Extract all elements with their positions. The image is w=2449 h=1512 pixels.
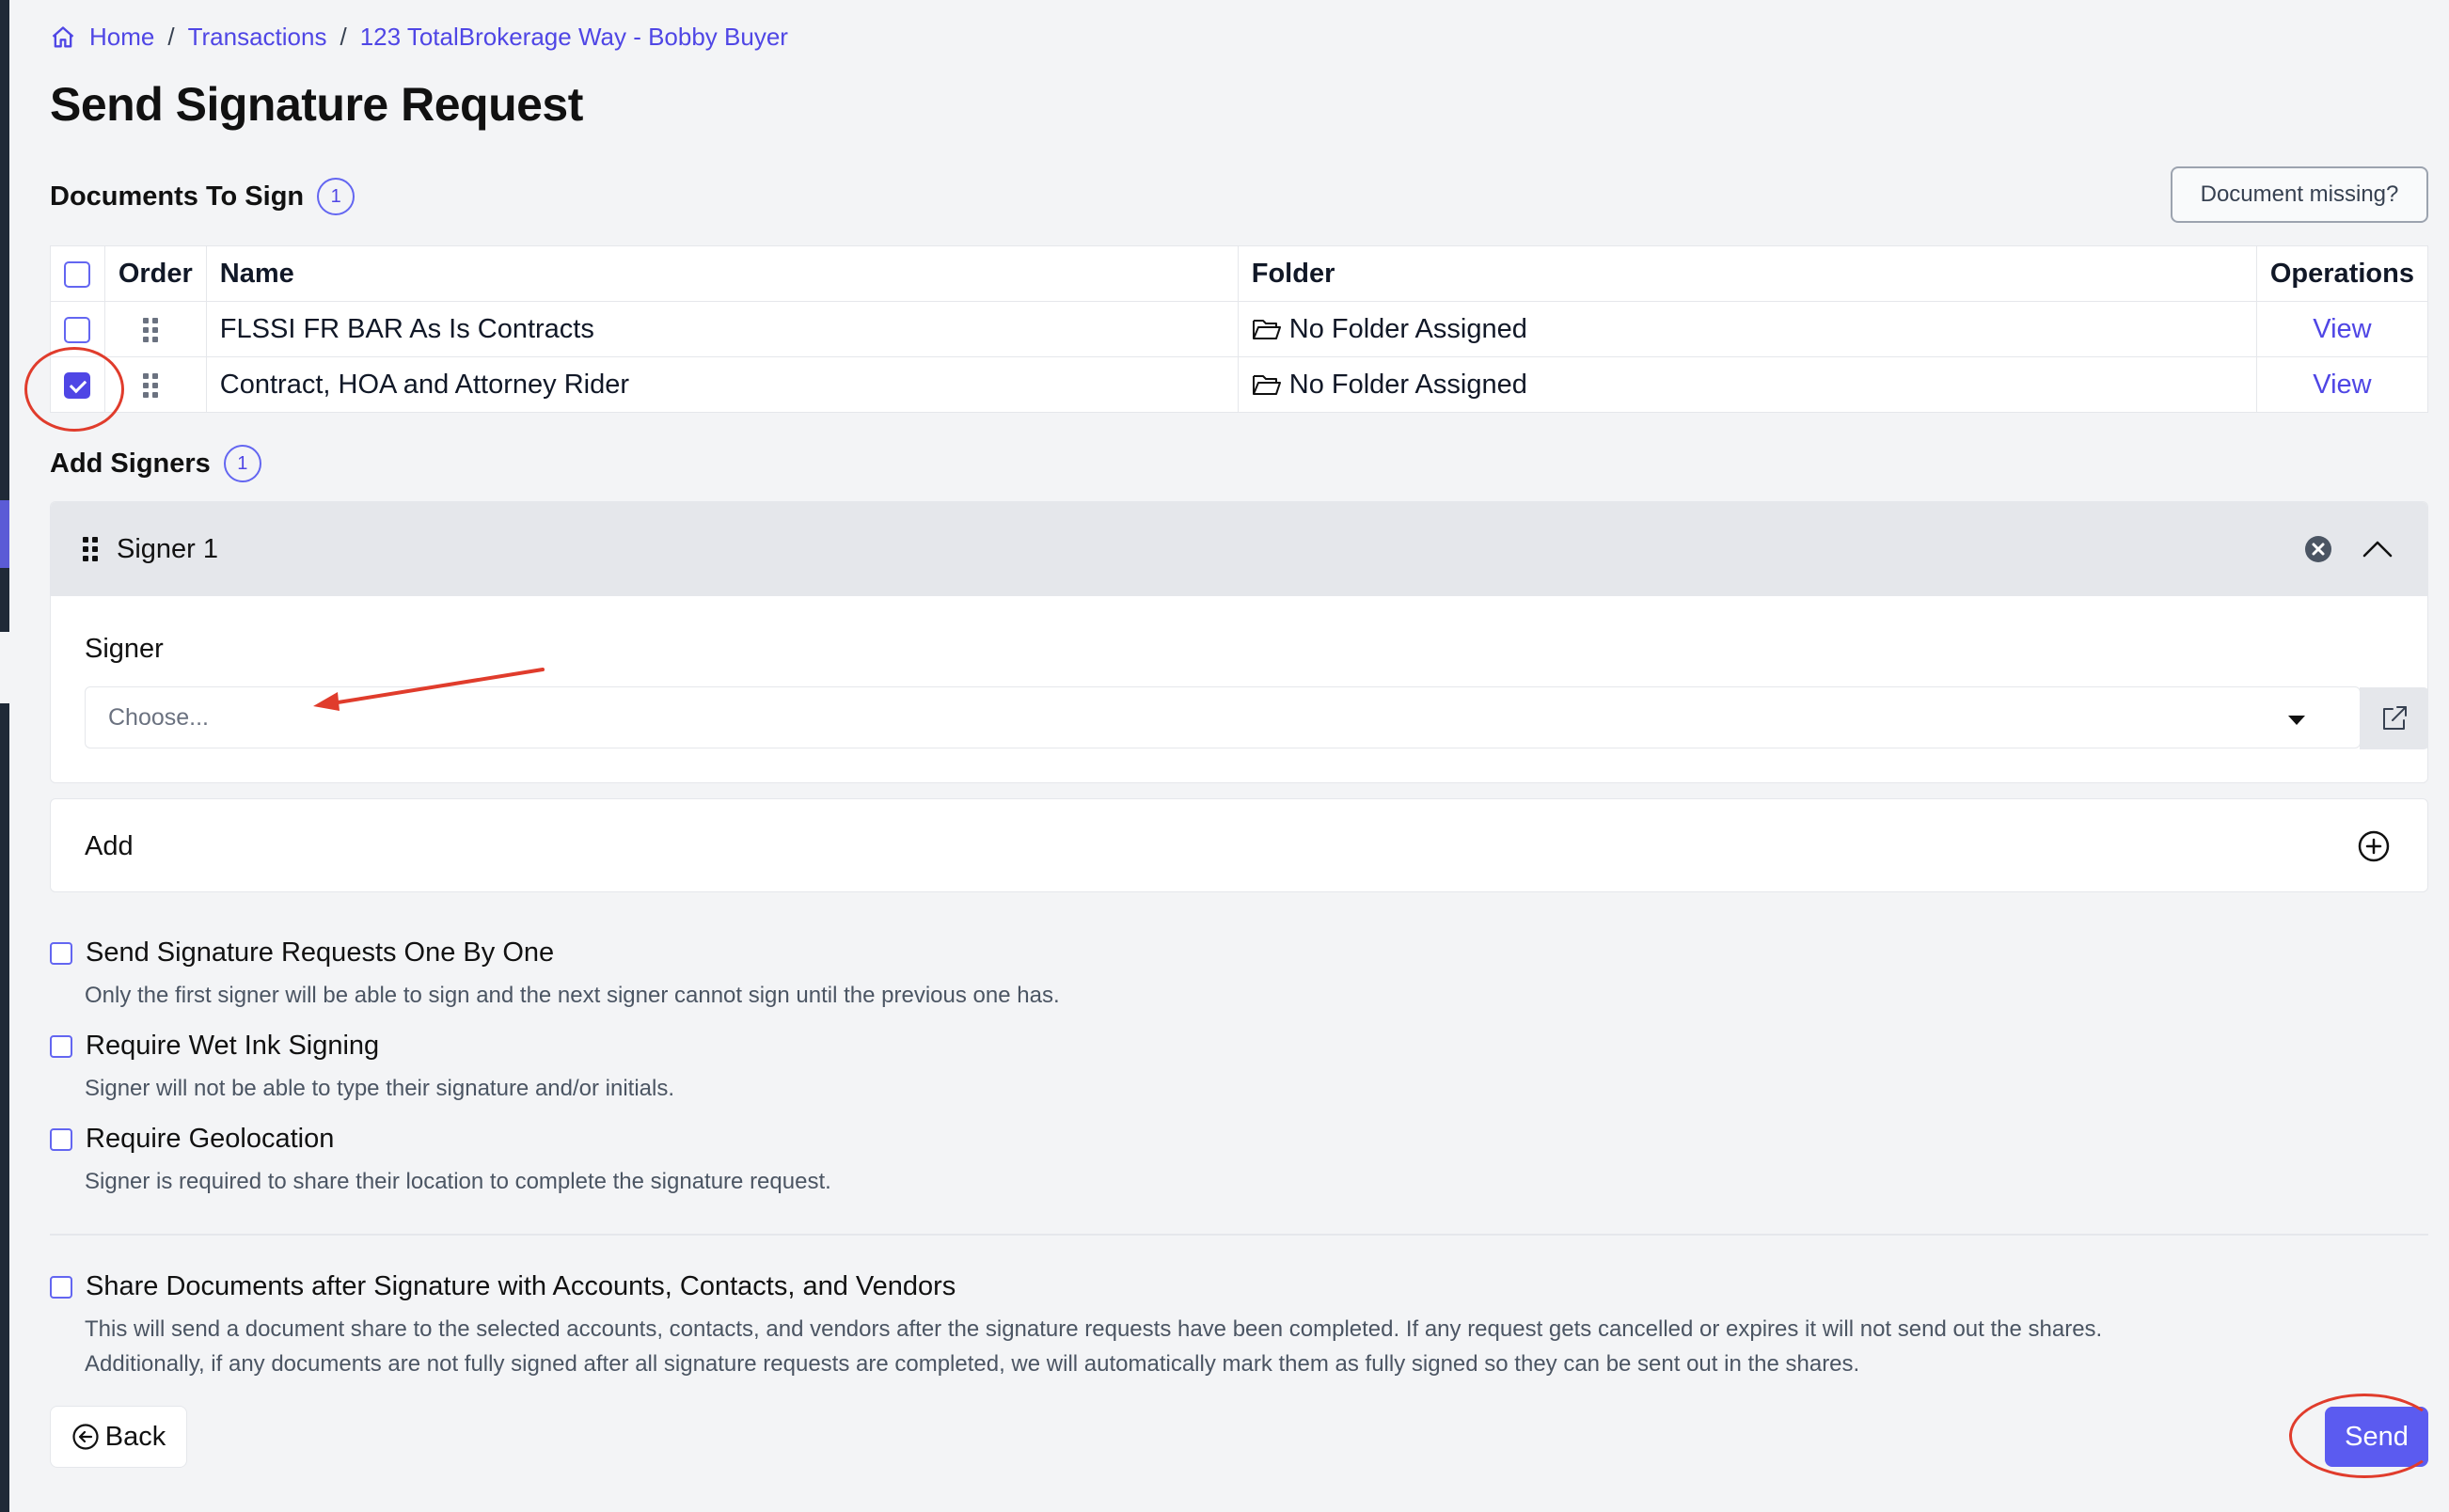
signers-count-badge: 1 — [223, 445, 261, 482]
signer-select-placeholder: Choose... — [108, 704, 210, 731]
document-folder: No Folder Assigned — [1288, 369, 1527, 400]
documents-heading: Documents To Sign 1 — [50, 178, 356, 215]
arrow-left-circle-icon — [72, 1424, 99, 1450]
row-order-cell — [103, 301, 207, 357]
option-description: Signer will not be able to type their si… — [85, 1076, 675, 1101]
column-header-name: Name — [205, 245, 1239, 302]
breadcrumb-home-link[interactable]: Home — [89, 23, 154, 52]
document-folder-cell: No Folder Assigned — [1237, 356, 2257, 413]
table-header-row: Order Name Folder Operations — [50, 245, 2429, 302]
sidebar-active-indicator — [0, 500, 9, 568]
table-row: FLSSI FR BAR As Is Contracts No Folder A… — [50, 301, 2429, 357]
back-button[interactable]: Back — [50, 1406, 187, 1468]
add-signer-label: Add — [85, 831, 134, 861]
breadcrumb-transactions-link[interactable]: Transactions — [188, 23, 327, 52]
annotation-arrow — [313, 668, 545, 711]
documents-heading-label: Documents To Sign — [50, 181, 305, 212]
drag-handle-icon[interactable] — [83, 537, 98, 561]
breadcrumb-separator: / — [340, 23, 347, 51]
select-all-checkbox[interactable] — [64, 260, 91, 288]
left-sidebar-edge — [0, 0, 9, 1512]
document-folder-cell: No Folder Assigned — [1237, 301, 2257, 357]
signers-heading-label: Add Signers — [50, 448, 211, 479]
operations-cell: View — [2255, 301, 2429, 357]
plus-circle-icon[interactable] — [2357, 829, 2391, 863]
section-divider — [50, 1234, 2428, 1236]
option-label: Require Wet Ink Signing — [86, 1031, 380, 1061]
option-label: Send Signature Requests One By One — [86, 937, 555, 968]
back-button-label: Back — [104, 1421, 166, 1452]
folder-open-icon — [1252, 374, 1281, 395]
document-name: Contract, HOA and Attorney Rider — [205, 356, 1239, 413]
signers-heading: Add Signers 1 — [50, 445, 261, 482]
select-all-cell — [50, 245, 105, 302]
option-checkbox[interactable] — [50, 1128, 72, 1151]
option-description-line1: This will send a document share to the s… — [85, 1316, 2103, 1342]
view-document-link[interactable]: View — [2313, 370, 2371, 400]
chevron-up-icon[interactable] — [2362, 534, 2394, 564]
page-title: Send Signature Request — [50, 78, 583, 131]
column-header-operations: Operations — [2255, 245, 2429, 302]
option-checkbox[interactable] — [50, 1276, 72, 1299]
signer-panel-body: Signer — [51, 596, 2427, 665]
caret-down-icon[interactable] — [2288, 716, 2305, 725]
column-header-folder: Folder — [1237, 245, 2257, 302]
option-description-line2: Additionally, if any documents are not f… — [85, 1351, 1860, 1377]
breadcrumb-separator: / — [167, 23, 175, 51]
add-signer-row[interactable]: Add — [50, 798, 2428, 892]
open-contact-button[interactable] — [2360, 687, 2427, 749]
breadcrumb-current-link[interactable]: 123 TotalBrokerage Way - Bobby Buyer — [360, 23, 788, 52]
option-description: Signer is required to share their locati… — [85, 1169, 831, 1194]
external-link-icon — [2383, 706, 2407, 730]
documents-count-badge: 1 — [317, 178, 356, 215]
option-label: Require Geolocation — [86, 1124, 335, 1154]
operations-cell: View — [2255, 356, 2429, 413]
breadcrumb: Home / Transactions / 123 TotalBrokerage… — [50, 23, 788, 52]
remove-circle-icon[interactable] — [2303, 534, 2333, 564]
signer-panel-title: Signer 1 — [117, 533, 219, 564]
annotation-circle-send — [2289, 1394, 2440, 1478]
folder-open-icon — [1252, 319, 1281, 339]
table-row: Contract, HOA and Attorney Rider No Fold… — [50, 356, 2429, 413]
document-folder: No Folder Assigned — [1288, 313, 1527, 344]
option-checkbox[interactable] — [50, 942, 72, 965]
option-label: Share Documents after Signature with Acc… — [86, 1271, 956, 1301]
option-checkbox[interactable] — [50, 1035, 72, 1058]
view-document-link[interactable]: View — [2313, 314, 2371, 344]
drag-handle-icon[interactable] — [142, 372, 158, 398]
document-missing-button[interactable]: Document missing? — [2171, 166, 2428, 223]
documents-table: Order Name Folder Operations FLSSI FR BA… — [50, 245, 2429, 413]
column-header-order: Order — [103, 245, 207, 302]
sidebar-gap — [0, 632, 9, 703]
drag-handle-icon[interactable] — [142, 317, 158, 342]
signer-panel-header[interactable]: Signer 1 — [51, 502, 2427, 596]
home-icon[interactable] — [50, 24, 76, 51]
annotation-circle-checkbox — [24, 347, 124, 432]
document-name: FLSSI FR BAR As Is Contracts — [205, 301, 1239, 357]
signer-panel: Signer 1 Signer Choose... — [50, 501, 2428, 783]
option-description: Only the first signer will be able to si… — [85, 983, 1060, 1008]
row-checkbox[interactable] — [64, 316, 91, 343]
